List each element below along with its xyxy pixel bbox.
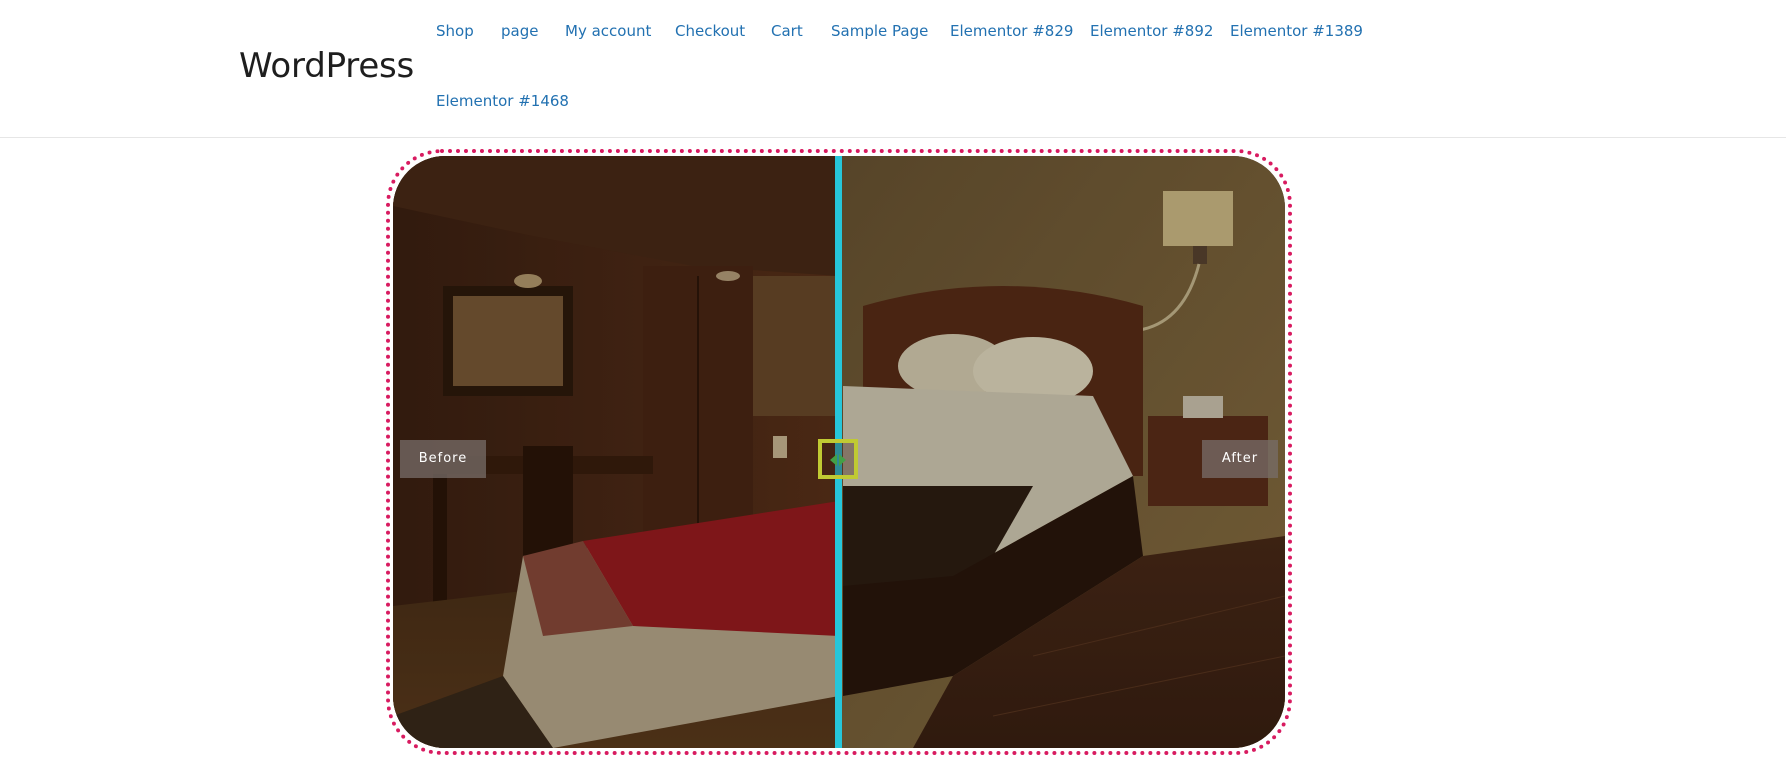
nav-item-elementor-1389[interactable]: Elementor #1389 <box>1230 22 1363 40</box>
nav-item-cart[interactable]: Cart <box>771 22 803 40</box>
nav-item-checkout[interactable]: Checkout <box>675 22 745 40</box>
comparison-viewport: Before After <box>393 156 1285 748</box>
nav-item-elementor-829[interactable]: Elementor #829 <box>950 22 1073 40</box>
nav-item-elementor-892[interactable]: Elementor #892 <box>1090 22 1213 40</box>
nav-item-elementor-1468[interactable]: Elementor #1468 <box>436 92 569 110</box>
left-arrow-icon <box>830 454 837 466</box>
nav-item-shop[interactable]: Shop <box>436 22 474 40</box>
site-title[interactable]: WordPress <box>239 46 414 86</box>
before-label: Before <box>400 440 486 478</box>
after-label: After <box>1202 440 1278 478</box>
slider-handle[interactable] <box>818 439 858 479</box>
nav-item-sample-page[interactable]: Sample Page <box>831 22 928 40</box>
before-after-comparison[interactable]: Before After <box>386 149 1292 755</box>
right-arrow-icon <box>839 454 846 466</box>
nav-item-my-account[interactable]: My account <box>565 22 651 40</box>
site-header: WordPress Shop page My account Checkout … <box>0 0 1786 138</box>
nav-item-page[interactable]: page <box>501 22 538 40</box>
